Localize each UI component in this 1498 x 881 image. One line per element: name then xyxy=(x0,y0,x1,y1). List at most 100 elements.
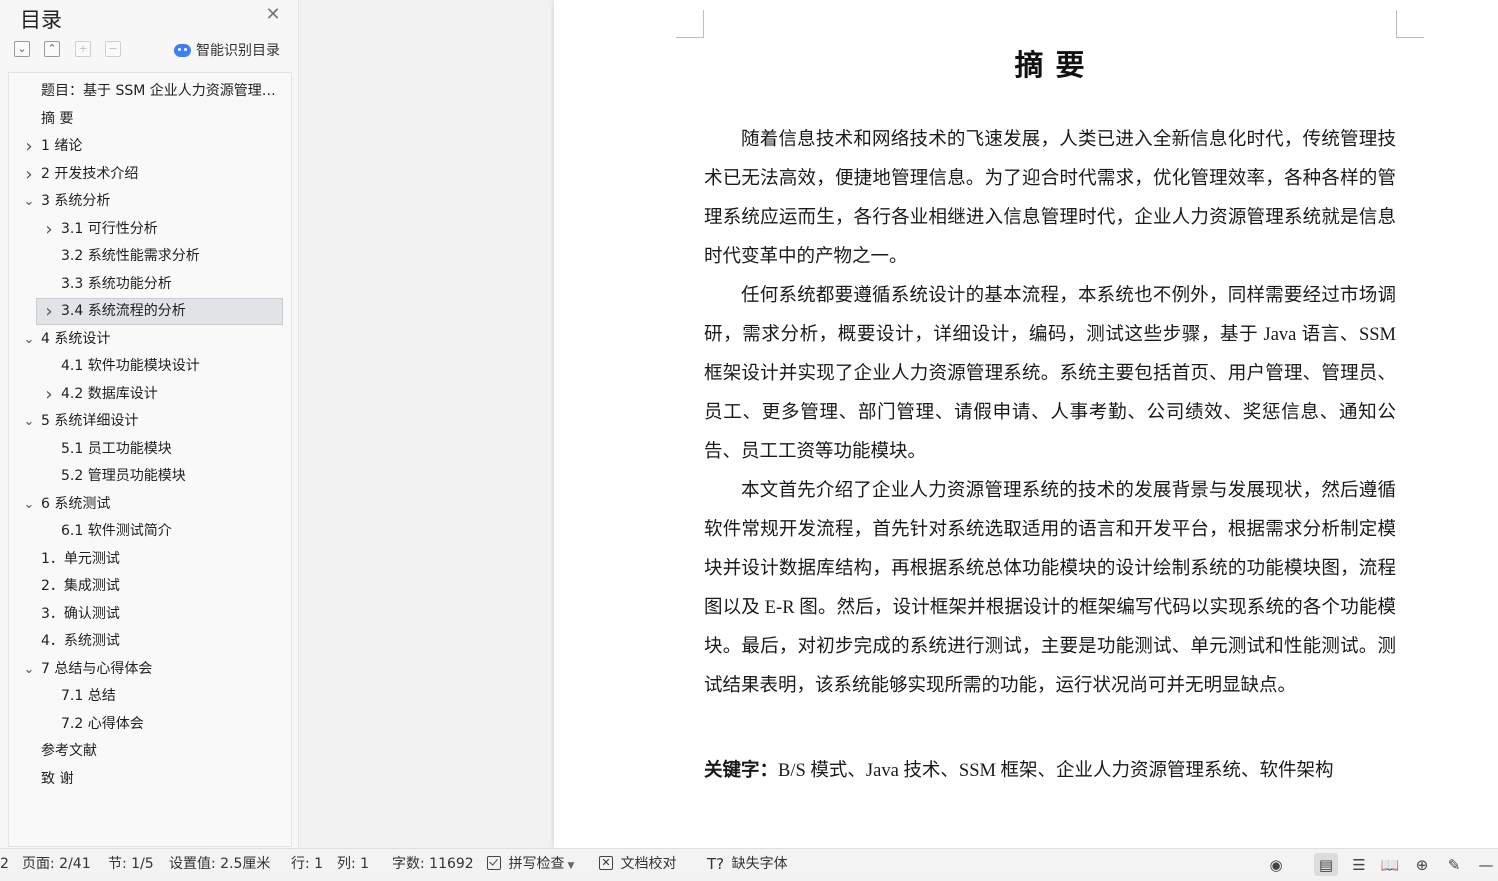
spell-check-icon xyxy=(487,856,501,870)
toc-item-label: 4.1 软件功能模块设计 xyxy=(61,358,200,374)
eye-protection-icon[interactable]: ◉ xyxy=(1264,853,1288,876)
chevron-right-icon[interactable]: › xyxy=(42,385,56,403)
toc-item-label: 1 绪论 xyxy=(41,138,83,154)
status-setting[interactable]: 设置值: 2.5厘米 xyxy=(169,849,270,880)
toc-item-label: 3.3 系统功能分析 xyxy=(61,275,172,292)
toc-item[interactable]: 3.2 系统性能需求分析 xyxy=(56,243,283,270)
toc-item-label: 摘 要 xyxy=(41,110,74,127)
promote-level-icon[interactable]: + xyxy=(75,41,91,57)
toc-item[interactable]: 4.1 软件功能模块设计 xyxy=(56,353,283,380)
doc-proof-label: 文档校对 xyxy=(620,856,677,872)
abstract-paragraph-3: 本文首先介绍了企业人力资源管理系统的技术的发展背景与发展现状，然后遵循软件常规开… xyxy=(704,481,1396,696)
toc-item-label: 致 谢 xyxy=(41,770,74,787)
reading-mode-icon[interactable]: 📖 xyxy=(1378,853,1402,876)
toc-item[interactable]: 致 谢 xyxy=(36,766,283,793)
toc-item[interactable]: 4．系统测试 xyxy=(36,628,283,655)
chevron-right-icon[interactable]: › xyxy=(22,165,36,183)
smart-toc-button[interactable]: 智能识别目录 xyxy=(174,41,280,59)
pen-icon[interactable]: ✎ xyxy=(1442,853,1466,876)
toc-item[interactable]: 1 绪论 xyxy=(36,133,283,160)
toc-item[interactable]: 3.3 系统功能分析 xyxy=(56,271,283,298)
status-row: 行: 1 xyxy=(291,856,324,872)
keywords-text: B/S 模式、Java 技术、SSM 框架、企业人力资源管理系统、软件架构 xyxy=(778,761,1334,781)
chevron-down-icon[interactable]: ⌄ xyxy=(22,415,36,429)
chevron-down-icon[interactable]: ⌄ xyxy=(22,662,36,677)
chevron-down-icon[interactable]: ▼ xyxy=(567,861,574,871)
toc-item[interactable]: 3.1 可行性分析 xyxy=(56,216,283,243)
status-section[interactable]: 节: 1/5 xyxy=(108,849,154,880)
missing-font-icon: T? xyxy=(707,855,725,873)
toc-item[interactable]: 5.1 员工功能模块 xyxy=(56,436,283,463)
page-gutter xyxy=(299,0,554,848)
doc-proof-icon: ✕ xyxy=(599,856,613,870)
smart-toc-label: 智能识别目录 xyxy=(196,43,280,59)
toc-item[interactable]: 3 系统分析 xyxy=(36,188,283,215)
toc-item[interactable]: 摘 要 xyxy=(36,106,283,133)
toc-item[interactable]: 题目：基于 SSM 企业人力资源管理系统的设计与实现 xyxy=(36,78,283,105)
abstract-paragraph-2: 任何系统都要遵循系统设计的基本流程，本系统也不例外，同样需要经过市场调研，需求分… xyxy=(704,286,1396,462)
toc-item[interactable]: 2．集成测试 xyxy=(36,573,283,600)
chevron-right-icon[interactable]: › xyxy=(42,220,56,238)
toc-item[interactable]: 4.2 数据库设计 xyxy=(56,381,283,408)
doc-proof-button[interactable]: ✕ 文档校对 xyxy=(599,849,676,880)
spell-check-button[interactable]: 拼写检查 ▼ xyxy=(487,849,574,880)
toc-item-label: 5.2 管理员功能模块 xyxy=(61,468,186,484)
chevron-right-icon[interactable]: › xyxy=(42,303,56,321)
chevron-down-icon[interactable]: ⌄ xyxy=(22,332,36,347)
web-view-icon[interactable]: ⊕ xyxy=(1410,853,1434,876)
close-icon[interactable]: ✕ xyxy=(264,6,282,24)
toc-item-label: 7.1 总结 xyxy=(61,688,116,704)
toc-title: 目录 xyxy=(20,8,62,32)
toc-item[interactable]: 3.4 系统流程的分析 xyxy=(36,298,283,325)
page-margin-corner-top-right xyxy=(1396,10,1424,38)
toc-item[interactable]: 2 开发技术介绍 xyxy=(36,161,283,188)
expand-all-icon[interactable]: ⌄ xyxy=(14,41,30,57)
chevron-right-icon[interactable]: › xyxy=(22,138,36,156)
toc-item-label: 4.2 数据库设计 xyxy=(61,385,158,402)
toc-item-label: 5.1 员工功能模块 xyxy=(61,440,172,457)
toc-item-label: 参考文献 xyxy=(41,743,97,759)
document-page[interactable]: 摘 要 随着信息技术和网络技术的飞速发展，人类已进入全新信息化时代，传统管理技术… xyxy=(554,0,1498,848)
demote-level-icon[interactable]: − xyxy=(105,41,121,57)
toc-item-label: 3.2 系统性能需求分析 xyxy=(61,248,200,264)
toc-item-label: 5 系统详细设计 xyxy=(41,413,139,429)
toc-item-label: 6 系统测试 xyxy=(41,495,111,512)
toc-item[interactable]: 7.1 总结 xyxy=(56,683,283,710)
toc-item-label: 3.4 系统流程的分析 xyxy=(61,303,186,319)
toc-item-label: 2．集成测试 xyxy=(41,578,120,594)
missing-font-label: 缺失字体 xyxy=(731,856,788,872)
toc-item-label: 1．单元测试 xyxy=(41,550,120,567)
status-bar: 2 页面: 2/41 节: 1/5 设置值: 2.5厘米 行: 1 列: 1 字… xyxy=(0,848,1498,879)
chevron-down-icon[interactable]: ⌄ xyxy=(22,195,36,209)
status-left-cut: 2 xyxy=(0,856,9,872)
toc-item[interactable]: 5 系统详细设计 xyxy=(36,408,283,435)
outline-view-icon[interactable]: ☰ xyxy=(1347,853,1371,876)
ai-assistant-icon xyxy=(174,43,191,57)
toc-item[interactable]: 6 系统测试 xyxy=(36,491,283,518)
abstract-paragraph-1: 随着信息技术和网络技术的飞速发展，人类已进入全新信息化时代，传统管理技术已无法高… xyxy=(704,130,1396,267)
toc-item-label: 3 系统分析 xyxy=(41,193,111,209)
toc-item-label: 3．确认测试 xyxy=(41,605,120,622)
toc-item[interactable]: 4 系统设计 xyxy=(36,326,283,353)
toc-item[interactable]: 1．单元测试 xyxy=(36,546,283,573)
page-margin-corner-top-left xyxy=(676,10,704,38)
toc-item[interactable]: 7 总结与心得体会 xyxy=(36,656,283,683)
toc-item-label: 6.1 软件测试简介 xyxy=(61,523,172,539)
zoom-out-icon[interactable]: — xyxy=(1474,853,1498,876)
collapse-all-icon[interactable]: ⌃ xyxy=(44,41,60,57)
missing-font-button[interactable]: T? 缺失字体 xyxy=(707,849,788,880)
toc-item[interactable]: 参考文献 xyxy=(36,738,283,765)
toc-item-label: 题目：基于 SSM 企业人力资源管理系统的设计与实现 xyxy=(41,83,283,99)
toc-item-label: 4 系统设计 xyxy=(41,330,111,347)
chevron-down-icon[interactable]: ⌄ xyxy=(22,497,36,512)
keywords-label: 关键字： xyxy=(704,761,779,781)
toc-panel: 目录 ✕ ⌄ ⌃ + − 智能识别目录 题目：基于 SSM 企业人力资源管理系统… xyxy=(0,0,299,848)
toc-item-label: 2 开发技术介绍 xyxy=(41,165,139,182)
toc-item[interactable]: 3．确认测试 xyxy=(36,601,283,628)
status-word-count[interactable]: 字数: 11692 xyxy=(392,849,474,880)
page-view-icon[interactable]: ▤ xyxy=(1314,853,1338,876)
toc-item[interactable]: 6.1 软件测试简介 xyxy=(56,518,283,545)
toc-item[interactable]: 5.2 管理员功能模块 xyxy=(56,463,283,490)
status-page[interactable]: 页面: 2/41 xyxy=(22,849,91,880)
toc-item[interactable]: 7.2 心得体会 xyxy=(56,711,283,738)
